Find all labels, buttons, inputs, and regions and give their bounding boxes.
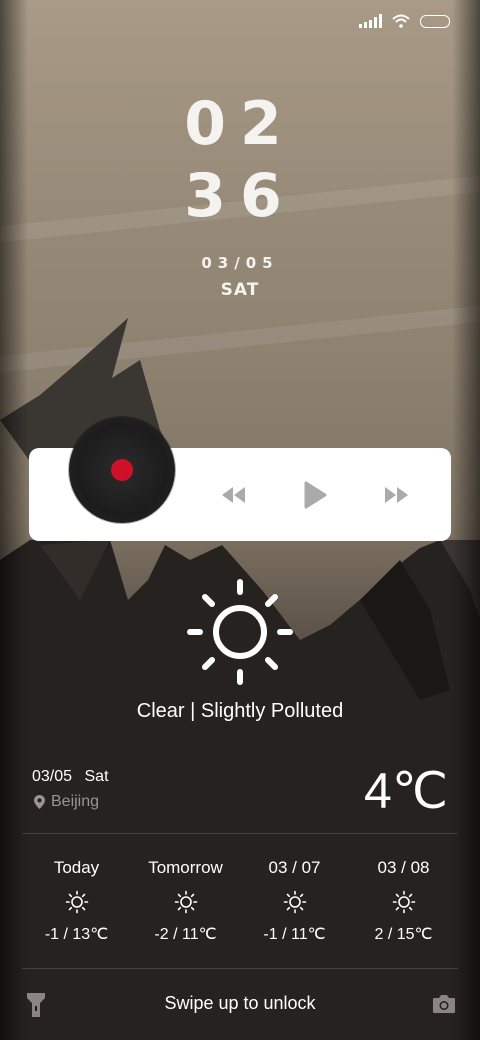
weather-date: 03/05 Sat bbox=[32, 768, 117, 786]
previous-track-button[interactable] bbox=[218, 480, 248, 510]
forecast-day: 03 / 08 bbox=[377, 858, 430, 877]
vinyl-label bbox=[111, 459, 133, 481]
clock-minute: 36 bbox=[184, 161, 296, 231]
forecast-range: 2 / 15℃ bbox=[374, 926, 433, 943]
clock-hour: 02 bbox=[184, 89, 296, 159]
sun-icon bbox=[392, 890, 415, 914]
weather-weekday: Sat bbox=[84, 768, 109, 785]
forecast-list: Today -1 / 13℃ Tomorrow -2 / 11℃ 03 / 07… bbox=[22, 858, 458, 944]
play-icon bbox=[304, 481, 327, 509]
next-track-button[interactable] bbox=[382, 480, 412, 510]
location: Beijing bbox=[34, 793, 99, 811]
forecast-range: -2 / 11℃ bbox=[154, 926, 217, 943]
forecast-item: Today -1 / 13℃ bbox=[22, 858, 131, 944]
weather-condition: Clear | Slightly Polluted bbox=[136, 700, 344, 722]
play-button[interactable] bbox=[300, 480, 330, 510]
vinyl-disc-icon[interactable] bbox=[69, 417, 175, 523]
forecast-item: 03 / 07 -1 / 11℃ bbox=[240, 858, 349, 944]
forecast-item: 03 / 08 2 / 15℃ bbox=[349, 858, 458, 944]
location-pin-icon bbox=[34, 795, 45, 809]
sun-icon bbox=[283, 890, 306, 914]
forecast-range: -1 / 13℃ bbox=[44, 926, 109, 943]
swipe-to-unlock-hint[interactable]: Swipe up to unlock bbox=[0, 993, 480, 1014]
location-name: Beijing bbox=[51, 793, 100, 810]
camera-icon[interactable] bbox=[432, 994, 456, 1014]
wifi-icon bbox=[392, 14, 410, 28]
fast-forward-icon bbox=[385, 487, 408, 503]
forecast-day: 03 / 07 bbox=[268, 858, 321, 877]
lock-screen[interactable]: 02 36 03/05 SAT Clear | Slightly Pollute… bbox=[0, 0, 480, 1040]
current-temperature: 4℃ bbox=[364, 763, 448, 819]
clock-weekday: SAT bbox=[220, 280, 260, 300]
sun-icon bbox=[174, 890, 197, 914]
divider bbox=[22, 833, 458, 834]
weather-date-value: 03/05 bbox=[32, 768, 73, 785]
signal-icon bbox=[359, 14, 382, 28]
forecast-day: Today bbox=[53, 858, 100, 877]
forecast-range: -1 / 11℃ bbox=[263, 926, 326, 943]
rewind-icon bbox=[222, 487, 245, 503]
sun-icon bbox=[187, 579, 293, 685]
clock-date: 03/05 bbox=[201, 254, 279, 272]
status-bar bbox=[359, 14, 450, 28]
forecast-day: Tomorrow bbox=[148, 858, 223, 877]
forecast-item: Tomorrow -2 / 11℃ bbox=[131, 858, 240, 944]
battery-icon bbox=[420, 14, 450, 28]
sun-icon bbox=[65, 890, 88, 914]
divider bbox=[22, 968, 458, 969]
